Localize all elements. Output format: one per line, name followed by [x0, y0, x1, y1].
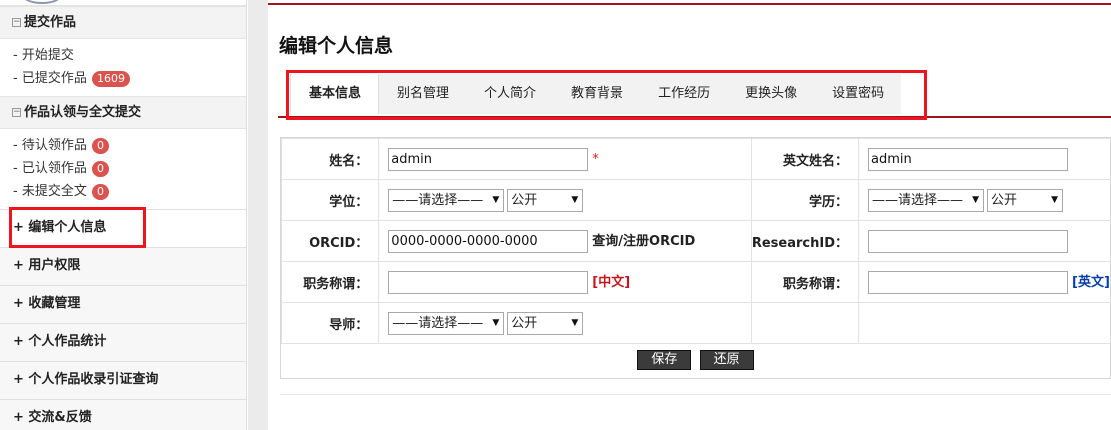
count-badge: 0 [91, 160, 109, 177]
sidebar-item-label: - 已认领作品 [13, 161, 87, 176]
section-claim-header[interactable]: − 作品认领与全文提交 [0, 96, 246, 129]
orcid-field[interactable]: 0000-0000-0000-0000 [388, 229, 589, 253]
degree-select[interactable]: ——请选择—— ▼ [388, 188, 505, 212]
top-rule [268, 3, 1111, 5]
reset-button[interactable]: 还原 [699, 350, 754, 370]
sidebar-item-to-claim[interactable]: - 待认领作品 0 [13, 134, 246, 157]
sidebar-item-favorites[interactable]: + 收藏管理 [0, 285, 246, 323]
name-field[interactable]: admin [388, 147, 589, 171]
form-row: 职务称谓： [中文] 职务称谓： [英文] [280, 261, 1111, 303]
sidebar: − 提交作品 - 开始提交 - 已提交作品 1609 − 作品认领与全文提交 - 待… [0, 0, 247, 430]
orcid-link[interactable]: 查询/注册ORCID [592, 234, 695, 249]
dropdown-arrow-icon: ▼ [492, 317, 500, 328]
chinese-tag: [中文] [592, 274, 631, 290]
sidebar-item-label: + 用户权限 [13, 258, 81, 273]
title-cn-field[interactable] [388, 270, 589, 294]
sidebar-item-edit-profile[interactable]: + 编辑个人信息 [0, 207, 246, 248]
sidebar-item-label: + 个人作品统计 [13, 334, 107, 349]
english-name-field[interactable]: admin [868, 147, 1069, 171]
sidebar-item-label: + 个人作品收录引证查询 [13, 372, 159, 387]
count-badge: 1609 [91, 70, 130, 87]
dropdown-arrow-icon: ▼ [492, 194, 500, 205]
required-mark: * [592, 151, 599, 167]
section-claim-list: - 待认领作品 0 - 已认领作品 0 - 未提交全文 0 [0, 129, 246, 209]
title-en-label: 职务称谓： [750, 261, 860, 303]
dropdown-arrow-icon: ▼ [571, 317, 579, 328]
advisor-visibility-select[interactable]: 公开 ▼ [507, 311, 584, 335]
researcherid-field[interactable] [868, 229, 1069, 253]
form-row: 导师： ——请选择—— ▼ 公开 ▼ [280, 302, 1111, 344]
profile-form: 姓名： admin * 英文姓名： admin 学位： ——请选择—— ▼ 公开 ▼ 学… [280, 137, 1111, 379]
tab-bar: 基本信息 别名管理 个人简介 教育背景 工作经历 更换头像 设置密码 [278, 70, 1111, 120]
page-title: 编辑个人信息 [279, 35, 394, 57]
degree-label: 学位： [280, 179, 380, 221]
section-submit-list: - 开始提交 - 已提交作品 1609 [0, 39, 246, 96]
count-badge: 0 [91, 137, 109, 154]
sidebar-item-permissions[interactable]: + 用户权限 [0, 247, 246, 285]
sidebar-item-label: + 收藏管理 [13, 296, 81, 311]
dropdown-arrow-icon: ▼ [1051, 194, 1059, 205]
section-submit-header[interactable]: − 提交作品 [0, 6, 246, 39]
save-button[interactable]: 保存 [637, 350, 692, 370]
expand-box-icon: − [12, 17, 21, 27]
button-row: 保存 还原 [281, 344, 1110, 381]
dropdown-arrow-icon: ▼ [571, 194, 579, 205]
logo-icon [22, 0, 62, 4]
sidebar-item-claimed[interactable]: - 已认领作品 0 [13, 157, 246, 180]
gutter [248, 0, 268, 430]
sidebar-item-feedback[interactable]: + 交流&反馈 [0, 399, 246, 430]
form-table: 姓名： admin * 英文姓名： admin 学位： ——请选择—— ▼ 公开 ▼ 学… [280, 138, 1111, 344]
researcherid-label: ResearchID： [750, 220, 860, 262]
highlight-box [286, 70, 927, 120]
orcid-label: ORCID： [280, 220, 380, 262]
sidebar-item-label: + 交流&反馈 [13, 410, 92, 425]
education-visibility-select[interactable]: 公开 ▼ [987, 188, 1064, 212]
sidebar-item-no-fulltext[interactable]: - 未提交全文 0 [13, 180, 246, 203]
sidebar-item-statistics[interactable]: + 个人作品统计 [0, 323, 246, 361]
highlight-box [9, 207, 146, 248]
expand-box-icon: − [12, 107, 21, 117]
divider [280, 394, 1111, 395]
sidebar-item-label: - 待认领作品 [13, 138, 87, 153]
education-label: 学历： [750, 179, 860, 221]
form-row: 姓名： admin * 英文姓名： admin [280, 138, 1111, 180]
education-select[interactable]: ——请选择—— ▼ [868, 188, 985, 212]
name-label: 姓名： [280, 138, 380, 180]
count-badge: 0 [91, 183, 109, 200]
sidebar-item-label: - 未提交全文 [13, 184, 87, 199]
english-tag: [英文] [1072, 274, 1110, 290]
main-content: 编辑个人信息 基本信息 别名管理 个人简介 教育背景 工作经历 更换头像 设置密… [268, 0, 1111, 430]
section-submit-title: 提交作品 [24, 15, 77, 30]
section-claim-title: 作品认领与全文提交 [24, 105, 142, 120]
advisor-select[interactable]: ——请选择—— ▼ [388, 311, 505, 335]
sidebar-item-start-submit[interactable]: - 开始提交 [13, 44, 246, 67]
sidebar-header [0, 0, 246, 6]
english-name-label: 英文姓名： [750, 138, 860, 180]
title-cn-label: 职务称谓： [280, 261, 380, 303]
sidebar-item-label: - 开始提交 [13, 48, 74, 63]
sidebar-item-citation-query[interactable]: + 个人作品收录引证查询 [0, 361, 246, 399]
dropdown-arrow-icon: ▼ [972, 194, 980, 205]
form-row: 学位： ——请选择—— ▼ 公开 ▼ 学历： ——请选择—— ▼ 公开 ▼ [280, 179, 1111, 221]
sidebar-item-submitted[interactable]: - 已提交作品 1609 [13, 67, 246, 90]
sidebar-item-label: - 已提交作品 [13, 71, 87, 86]
advisor-label: 导师： [280, 302, 380, 344]
degree-visibility-select[interactable]: 公开 ▼ [507, 188, 584, 212]
title-en-field[interactable] [868, 270, 1069, 294]
form-row: ORCID： 0000-0000-0000-0000 查询/注册ORCID Res… [280, 220, 1111, 262]
